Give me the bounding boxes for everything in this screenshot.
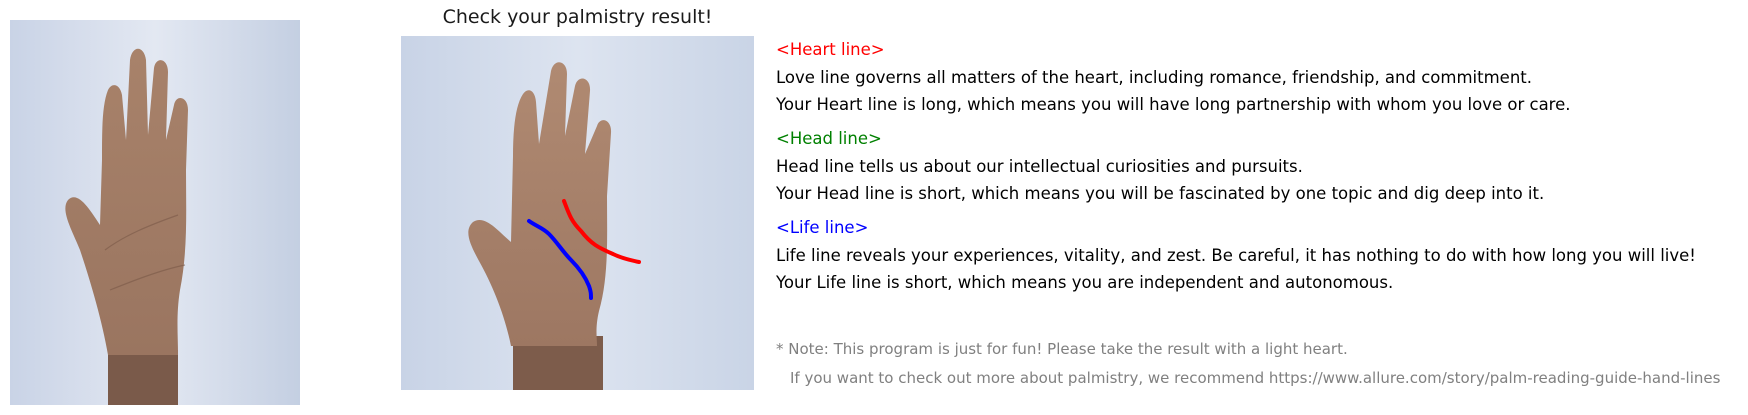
heart-line-result: Your Heart line is long, which means you… <box>776 95 1571 114</box>
head-line-result: Your Head line is short, which means you… <box>776 184 1545 203</box>
life-line-heading: <Life line> <box>776 218 869 237</box>
life-line-description: Life line reveals your experiences, vita… <box>776 246 1696 265</box>
original-hand-image <box>10 20 300 405</box>
result-hand-image <box>401 36 754 390</box>
note-line-1: * Note: This program is just for fun! Pl… <box>776 340 1348 358</box>
life-line-result: Your Life line is short, which means you… <box>776 273 1394 292</box>
heart-line-description: Love line governs all matters of the hea… <box>776 68 1532 87</box>
head-line-heading: <Head line> <box>776 129 882 148</box>
note-line-2: If you want to check out more about palm… <box>790 369 1721 387</box>
head-line-description: Head line tells us about our intellectua… <box>776 157 1303 176</box>
heart-line-heading: <Heart line> <box>776 40 885 59</box>
page-title: Check your palmistry result! <box>442 6 713 28</box>
